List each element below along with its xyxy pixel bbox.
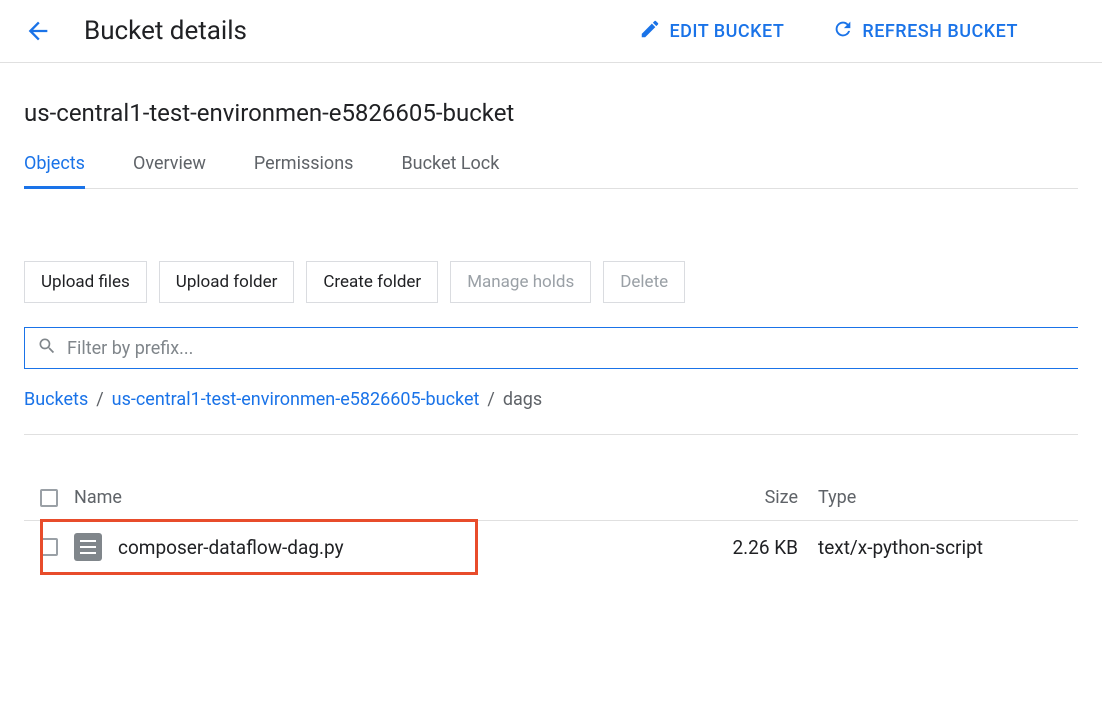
search-icon bbox=[37, 336, 67, 360]
edit-bucket-label: EDIT BUCKET bbox=[669, 21, 784, 42]
select-all-checkbox[interactable] bbox=[40, 489, 58, 507]
table-header: Name Size Type bbox=[24, 475, 1078, 521]
page-title: Bucket details bbox=[84, 16, 247, 46]
filter-input[interactable] bbox=[67, 338, 1066, 359]
file-size: 2.26 KB bbox=[678, 536, 818, 559]
create-folder-button[interactable]: Create folder bbox=[306, 261, 438, 303]
bucket-name: us-central1-test-environmen-e5826605-buc… bbox=[24, 63, 1078, 143]
breadcrumb-root[interactable]: Buckets bbox=[24, 389, 88, 410]
filter-container[interactable] bbox=[24, 327, 1078, 369]
refresh-bucket-label: REFRESH BUCKET bbox=[862, 21, 1018, 42]
table-row[interactable]: composer-dataflow-dag.py 2.26 KB text/x-… bbox=[24, 521, 1078, 573]
tab-permissions[interactable]: Permissions bbox=[254, 143, 354, 188]
column-size[interactable]: Size bbox=[678, 487, 818, 508]
pencil-icon bbox=[639, 18, 661, 45]
back-arrow-icon[interactable] bbox=[24, 17, 52, 45]
delete-button: Delete bbox=[603, 261, 685, 303]
file-icon bbox=[74, 533, 102, 561]
upload-files-button[interactable]: Upload files bbox=[24, 261, 147, 303]
breadcrumb-separator: / bbox=[487, 389, 494, 410]
tab-overview[interactable]: Overview bbox=[133, 143, 206, 188]
column-type[interactable]: Type bbox=[818, 487, 1078, 508]
breadcrumb-current: dags bbox=[503, 389, 542, 410]
breadcrumb-bucket[interactable]: us-central1-test-environmen-e5826605-buc… bbox=[112, 389, 480, 410]
column-name[interactable]: Name bbox=[74, 487, 678, 508]
manage-holds-button: Manage holds bbox=[450, 261, 591, 303]
refresh-bucket-button[interactable]: REFRESH BUCKET bbox=[832, 18, 1018, 45]
file-name: composer-dataflow-dag.py bbox=[118, 536, 344, 559]
file-type: text/x-python-script bbox=[818, 536, 1078, 559]
row-checkbox[interactable] bbox=[40, 538, 58, 556]
toolbar: Upload files Upload folder Create folder… bbox=[24, 189, 1078, 327]
breadcrumb-separator: / bbox=[96, 389, 103, 410]
refresh-icon bbox=[832, 18, 854, 45]
tab-bucket-lock[interactable]: Bucket Lock bbox=[401, 143, 499, 188]
tabs: Objects Overview Permissions Bucket Lock bbox=[24, 143, 1078, 189]
upload-folder-button[interactable]: Upload folder bbox=[159, 261, 295, 303]
edit-bucket-button[interactable]: EDIT BUCKET bbox=[639, 18, 784, 45]
file-table: Name Size Type composer-dataflow-dag.py … bbox=[24, 475, 1078, 573]
tab-objects[interactable]: Objects bbox=[24, 143, 85, 188]
breadcrumb: Buckets / us-central1-test-environmen-e5… bbox=[24, 389, 1078, 435]
